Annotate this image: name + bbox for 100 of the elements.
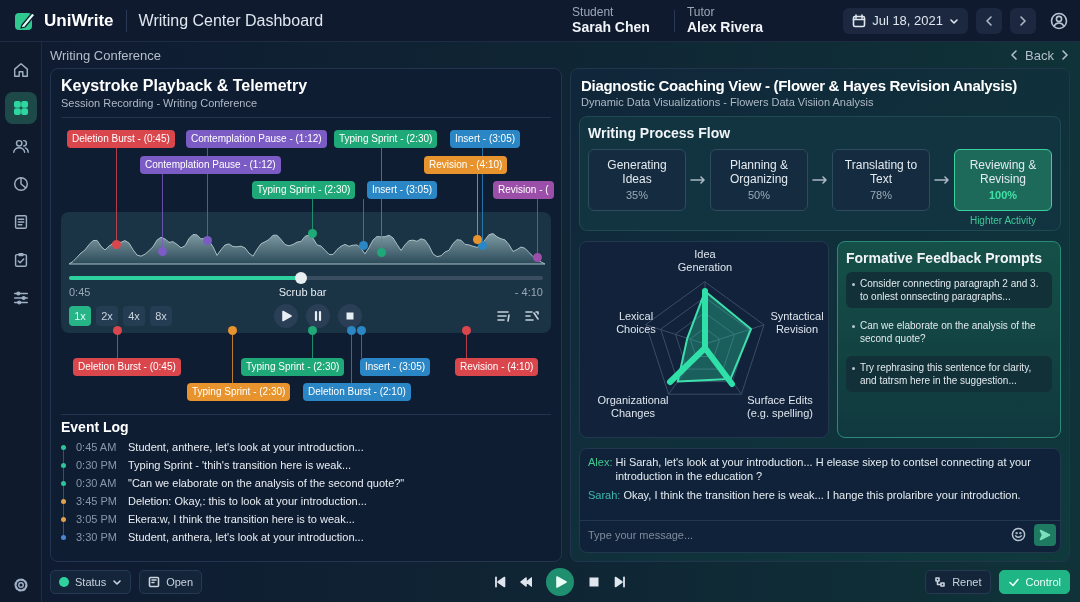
calendar-icon <box>852 13 867 28</box>
app-name: UniWrite <box>44 10 114 31</box>
message-text: Okay, I think the transition here is weak... I hange this prolaribre your introduction. <box>623 488 1021 503</box>
chevron-right-icon <box>1017 14 1029 27</box>
feedback-prompt[interactable]: Try rephrasing this sentence for clarity, and tatrsm here in the suggestion... <box>846 356 1052 392</box>
event-tag[interactable]: Revision - ( <box>493 181 554 199</box>
speaker-name: Alex: <box>588 456 613 470</box>
bullet-icon <box>852 283 855 286</box>
speed-button[interactable]: 4x <box>123 306 145 326</box>
log-text: Typing Sprint - 'thih's transition here is weak... <box>128 459 352 471</box>
network-icon <box>934 576 947 588</box>
dashboard-icon <box>11 99 30 117</box>
scrub-handle[interactable] <box>295 272 308 284</box>
stage-label: Generating Ideas <box>606 158 668 187</box>
process-stage[interactable]: Generating Ideas 35% <box>588 149 686 211</box>
time-label: - 4:10 <box>514 286 543 298</box>
log-text: Ekera:w, I think the transition here is to weak... <box>128 513 355 525</box>
check-icon <box>1007 576 1020 588</box>
event-tag[interactable]: Typing Sprint - (2:30) <box>241 358 345 376</box>
rewind-button[interactable] <box>520 576 532 588</box>
feedback-prompt[interactable]: Consider connecting paragraph 2 and 3. to onlest onnsecting paragraphs... <box>846 272 1052 308</box>
event-tag[interactable]: Typing Sprint - (2:30) <box>334 130 438 148</box>
panel-subtitle: Dynamic Data Visualizations - Flowers Data Visiion Analysis <box>581 96 875 108</box>
skip-forward-button[interactable] <box>614 576 626 588</box>
event-tag[interactable]: Insert - (3:05) <box>360 358 431 376</box>
shuffle-icon[interactable] <box>525 309 539 323</box>
list-icon[interactable] <box>497 309 511 323</box>
event-tag[interactable]: Deletion Burst - (0:45) <box>67 130 175 148</box>
time-label: 0:45 <box>69 286 91 298</box>
process-stage[interactable]: Planning & Organizing 50% <box>710 149 808 211</box>
people-icon <box>11 137 30 155</box>
back-button[interactable]: Back <box>1009 47 1070 63</box>
axis-label: Idea Generation <box>676 248 734 275</box>
log-text: "Can we elaborate on the analysis of the second quote?" <box>128 477 405 489</box>
status-dropdown[interactable]: Status <box>50 570 132 594</box>
smiley-icon[interactable] <box>1011 527 1026 542</box>
bullet-icon <box>852 325 855 328</box>
message-field[interactable]: Type your message... <box>586 523 1011 546</box>
play-button[interactable] <box>274 304 298 328</box>
event-tag[interactable]: Deletion Burst - (2:10) <box>303 383 411 401</box>
skip-back-icon <box>494 576 506 588</box>
log-time: 0:45 AM <box>76 441 118 453</box>
stage-percent: 100% <box>988 189 1018 202</box>
log-time: 0:30 PM <box>76 459 118 471</box>
stage-label: Planning & Organizing <box>728 158 789 187</box>
feedback-prompt[interactable]: Can we elaborate on the analysis of the second quote? <box>846 314 1052 350</box>
log-text: Student, anthere, let's look at your introduction... <box>128 441 364 453</box>
student-name: Sarah Chen <box>572 19 650 36</box>
arrow-icon <box>812 176 828 184</box>
speaker-name: Sarah: <box>588 488 621 503</box>
breadcrumb: Writing Conference <box>50 47 162 63</box>
message-text: Hi Sarah, let's look at your introduction... H elease sixep to contsel connecting at your introduction in the education ? <box>615 456 1032 484</box>
stage-label: Reviewing & Revising <box>968 158 1038 187</box>
log-time: 3:05 PM <box>76 513 118 525</box>
speed-button[interactable]: 8x <box>150 306 172 326</box>
log-time: 3:45 PM <box>76 495 118 507</box>
previous-button[interactable] <box>976 7 1002 34</box>
user-icon[interactable] <box>1050 11 1068 30</box>
event-tag[interactable]: Deletion Burst - (0:45) <box>73 358 181 376</box>
send-button[interactable] <box>1034 523 1056 546</box>
card-title: Writing Process Flow <box>588 125 732 141</box>
event-tag[interactable]: Revision - (4:10) <box>455 358 539 376</box>
chevron-left-icon <box>1009 50 1020 60</box>
activity-note: Highter Activity <box>968 215 1038 226</box>
prompt-text: Consider connecting paragraph 2 and 3. to onlest onnsecting paragraphs... <box>860 277 1040 303</box>
panel-title: Keystroke Playback & Telemetry <box>61 77 309 95</box>
prompt-text: Try rephrasing this sentence for clarity, and tatrsm here in the suggestion... <box>860 361 1033 387</box>
page-title: Writing Center Dashboard <box>138 11 324 30</box>
next-button[interactable] <box>1010 7 1036 34</box>
axis-label: Syntactical Revision <box>769 310 825 337</box>
process-stage[interactable]: Reviewing & Revising 100% <box>954 149 1052 211</box>
event-tag[interactable]: Insert - (3:05) <box>367 181 438 199</box>
event-tag[interactable]: Insert - (3:05) <box>450 130 521 148</box>
sidebar-item[interactable] <box>4 92 37 124</box>
event-tag[interactable]: Contemplation Pause - (1:12) <box>140 155 281 174</box>
sliders-icon <box>11 289 30 307</box>
date-picker[interactable]: Jul 18, 2021 <box>843 7 968 34</box>
axis-label: Surface Edits (e.g. spelling) <box>745 394 814 421</box>
axis-label: Organizational Changes <box>596 394 670 421</box>
event-tag[interactable]: Contemplation Pause - (1:12) <box>186 130 327 148</box>
process-stage[interactable]: Translating to Text 78% <box>832 149 930 211</box>
stop-button[interactable] <box>338 304 362 328</box>
pause-button[interactable] <box>306 304 330 328</box>
field-label: Tutor <box>686 5 716 20</box>
chevron-right-icon <box>1060 50 1070 60</box>
speed-button[interactable]: 2x <box>96 306 118 326</box>
skip-back-button[interactable] <box>494 576 506 588</box>
card-title: Formative Feedback Prompts <box>846 250 1044 266</box>
settings-icon[interactable] <box>11 576 30 594</box>
pause-icon <box>312 310 324 322</box>
send-icon <box>1039 528 1051 541</box>
stop-button[interactable] <box>588 576 600 588</box>
scrub-label: Scrub bar <box>278 286 327 298</box>
open-button[interactable]: Open <box>139 570 203 594</box>
pie-chart-icon <box>11 175 30 193</box>
event-tag[interactable]: Typing Sprint - (2:30) <box>252 181 356 199</box>
play-button[interactable] <box>546 568 574 596</box>
prompt-text: Can we elaborate on the analysis of the second quote? <box>860 319 1037 345</box>
reset-button[interactable]: Renet <box>925 570 991 594</box>
axis-label: Lexical Choices <box>615 310 657 337</box>
